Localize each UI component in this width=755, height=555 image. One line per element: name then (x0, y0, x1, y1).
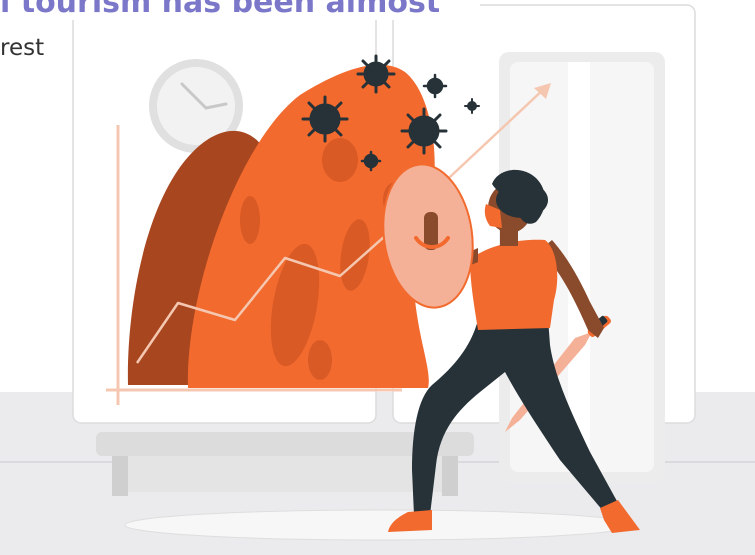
article-headline: l tourism has been almost (0, 0, 480, 20)
person-shirt (470, 239, 558, 330)
virus-icon (301, 95, 349, 143)
illustration (0, 4, 755, 555)
virus-icon (400, 107, 448, 155)
ground-shadow (124, 509, 636, 541)
bench-leg (442, 456, 458, 496)
bench-leg (112, 456, 128, 496)
bench-body (112, 456, 458, 492)
article-body-text: rest (0, 35, 45, 61)
virus-icon (356, 54, 396, 94)
